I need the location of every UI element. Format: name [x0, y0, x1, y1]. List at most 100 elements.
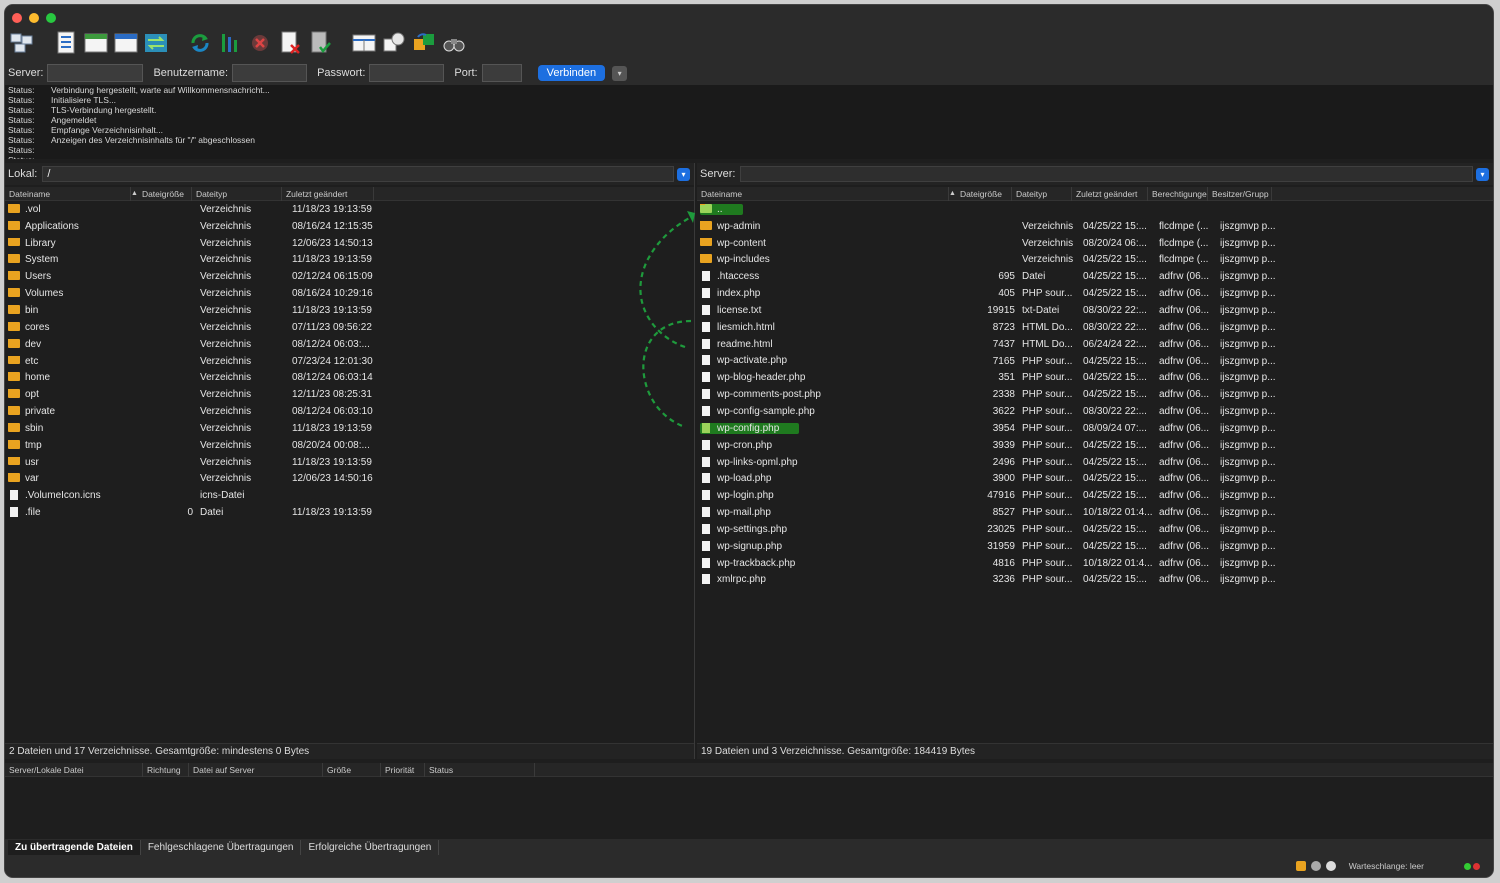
table-row[interactable]: wp-config-sample.php 3622 PHP sour... 08/30…	[697, 403, 1493, 420]
remote-path-input[interactable]	[740, 166, 1473, 182]
table-row[interactable]: wp-load.php 3900 PHP sour... 04/25/22 15:..…	[697, 471, 1493, 488]
column-header-4[interactable]: Berechtigunge	[1148, 186, 1208, 201]
site-manager-button[interactable]	[9, 30, 35, 56]
process-queue-button[interactable]	[217, 30, 243, 56]
column-header-5[interactable]: Status	[425, 762, 535, 777]
toggle-sync-browsing-button[interactable]	[381, 30, 407, 56]
table-row[interactable]: liesmich.html 8723 HTML Do... 08/30/22 22:.…	[697, 319, 1493, 336]
column-header-0[interactable]: Dateiname	[5, 186, 131, 201]
cell-modified: 08/30/22 22:...	[1083, 406, 1147, 418]
table-row[interactable]: ..	[697, 201, 1493, 218]
minimize-window-button[interactable]	[29, 13, 39, 23]
table-row[interactable]: cores Verzeichnis 07/11/23 09:56:22	[5, 319, 694, 336]
column-header-2[interactable]: Dateityp	[1012, 186, 1072, 201]
search-remote-files-button[interactable]	[441, 30, 467, 56]
local-path-dropdown-icon[interactable]: ▾	[677, 167, 690, 181]
queue-tab-0[interactable]: Zu übertragende Dateien	[8, 840, 141, 856]
reconnect-button[interactable]	[307, 30, 333, 56]
cell-name: wp-mail.php	[697, 507, 963, 518]
table-row[interactable]: sbin Verzeichnis 11/18/23 19:13:59	[5, 420, 694, 437]
table-row[interactable]: usr Verzeichnis 11/18/23 19:13:59	[5, 454, 694, 471]
queue-tab-2[interactable]: Erfolgreiche Übertragungen	[301, 840, 440, 856]
column-header-3[interactable]: Zuletzt geändert	[1072, 186, 1148, 201]
cell-type: PHP sour...	[1022, 523, 1073, 535]
speed-limit-icon[interactable]	[1325, 861, 1336, 871]
column-header-1[interactable]: Dateigröße	[138, 186, 192, 201]
column-header-3[interactable]: Zuletzt geändert	[282, 186, 374, 201]
refresh-button[interactable]	[187, 30, 213, 56]
table-row[interactable]: wp-blog-header.php 351 PHP sour... 04/25/22…	[697, 369, 1493, 386]
toggle-log-button[interactable]	[53, 30, 79, 56]
table-row[interactable]: tmp Verzeichnis 08/20/24 00:08:...	[5, 437, 694, 454]
table-row[interactable]: xmlrpc.php 3236 PHP sour... 04/25/22 15:...…	[697, 572, 1493, 589]
quickconnect-history-button[interactable]: ▾	[612, 65, 628, 81]
password-input[interactable]	[369, 64, 445, 82]
cell-type: Verzeichnis	[200, 406, 252, 418]
table-row[interactable]: .vol Verzeichnis 11/18/23 19:13:59	[5, 201, 694, 218]
connect-button[interactable]: Verbinden	[537, 65, 606, 81]
table-row[interactable]: .htaccess 695 Datei 04/25/22 15:... adfrw (0…	[697, 268, 1493, 285]
column-header-3[interactable]: Größe	[323, 762, 381, 777]
table-row[interactable]: Volumes Verzeichnis 08/16/24 10:29:16	[5, 285, 694, 302]
table-row[interactable]: index.php 405 PHP sour... 04/25/22 15:... ad…	[697, 285, 1493, 302]
log-label: Status:	[8, 125, 35, 135]
remote-path-dropdown-icon[interactable]: ▾	[1476, 167, 1489, 181]
column-header-2[interactable]: Dateityp	[192, 186, 282, 201]
table-row[interactable]: wp-cron.php 3939 PHP sour... 04/25/22 15:..…	[697, 437, 1493, 454]
table-row[interactable]: opt Verzeichnis 12/11/23 08:25:31	[5, 386, 694, 403]
directory-listing-filters-button[interactable]	[351, 30, 377, 56]
local-path-input[interactable]: /	[42, 166, 674, 182]
table-row[interactable]: wp-login.php 47916 PHP sour... 04/25/22 15:…	[697, 487, 1493, 504]
table-row[interactable]: .file 0 Datei 11/18/23 19:13:59	[5, 504, 694, 521]
table-row[interactable]: wp-comments-post.php 2338 PHP sour... 04/25…	[697, 386, 1493, 403]
cancel-operation-button[interactable]	[247, 30, 273, 56]
table-row[interactable]: Applications Verzeichnis 08/16/24 12:15:35	[5, 218, 694, 235]
column-header-1[interactable]: Richtung	[143, 762, 189, 777]
column-header-0[interactable]: Server/Lokale Datei	[5, 762, 143, 777]
column-header-5[interactable]: Besitzer/Grupp	[1208, 186, 1272, 201]
column-header-0[interactable]: Dateiname	[697, 186, 949, 201]
table-row[interactable]: wp-config.php 3954 PHP sour... 08/09/24 07:…	[697, 420, 1493, 437]
table-row[interactable]: wp-admin Verzeichnis 04/25/22 15:... flcdmp…	[697, 218, 1493, 235]
table-row[interactable]: Users Verzeichnis 02/12/24 06:15:09	[5, 268, 694, 285]
toggle-local-tree-button[interactable]	[83, 30, 109, 56]
table-row[interactable]: wp-links-opml.php 2496 PHP sour... 04/25/22…	[697, 454, 1493, 471]
name-wrap: tmp	[8, 439, 42, 451]
table-row[interactable]: license.txt 19915 txt-Datei 08/30/22 22:...…	[697, 302, 1493, 319]
table-row[interactable]: readme.html 7437 HTML Do... 06/24/24 22:...…	[697, 336, 1493, 353]
table-row[interactable]: wp-content Verzeichnis 08/20/24 06:... flcd…	[697, 235, 1493, 252]
server-input[interactable]	[47, 64, 144, 82]
cell-type: Verzeichnis	[200, 355, 252, 367]
table-row[interactable]: private Verzeichnis 08/12/24 06:03:10	[5, 403, 694, 420]
toggle-remote-tree-button[interactable]	[113, 30, 139, 56]
table-row[interactable]: dev Verzeichnis 08/12/24 06:03:...	[5, 336, 694, 353]
disconnect-button[interactable]	[277, 30, 303, 56]
window-controls	[12, 13, 56, 23]
table-row[interactable]: wp-includes Verzeichnis 04/25/22 15:... flc…	[697, 252, 1493, 269]
column-header-1[interactable]: Dateigröße	[956, 186, 1012, 201]
table-row[interactable]: wp-mail.php 8527 PHP sour... 10/18/22 01:4.…	[697, 504, 1493, 521]
column-header-4[interactable]: Priorität	[381, 762, 425, 777]
zoom-window-button[interactable]	[46, 13, 56, 23]
compare-directories-button[interactable]	[411, 30, 437, 56]
toggle-queue-button[interactable]	[143, 30, 169, 56]
table-row[interactable]: wp-activate.php 7165 PHP sour... 04/25/22 1…	[697, 353, 1493, 370]
table-row[interactable]: .VolumeIcon.icns icns-Datei	[5, 487, 694, 504]
table-row[interactable]: home Verzeichnis 08/12/24 06:03:14	[5, 369, 694, 386]
table-row[interactable]: etc Verzeichnis 07/23/24 12:01:30	[5, 353, 694, 370]
file-icon	[702, 422, 710, 433]
table-row[interactable]: var Verzeichnis 12/06/23 14:50:16	[5, 471, 694, 488]
table-row[interactable]: wp-signup.php 31959 PHP sour... 04/25/22 15…	[697, 538, 1493, 555]
name-wrap: .VolumeIcon.icns	[8, 490, 101, 501]
column-header-2[interactable]: Datei auf Server	[189, 762, 323, 777]
close-window-button[interactable]	[12, 13, 22, 23]
table-row[interactable]: wp-trackback.php 4816 PHP sour... 10/18/22 …	[697, 555, 1493, 572]
table-row[interactable]: wp-settings.php 23025 PHP sour... 04/25/22 …	[697, 521, 1493, 538]
table-row[interactable]: bin Verzeichnis 11/18/23 19:13:59	[5, 302, 694, 319]
queue-tab-1[interactable]: Fehlgeschlagene Übertragungen	[141, 840, 302, 856]
sort-ascending-icon: ▲	[131, 190, 138, 197]
table-row[interactable]: Library Verzeichnis 12/06/23 14:50:13	[5, 235, 694, 252]
port-input[interactable]	[481, 64, 522, 82]
username-input[interactable]	[232, 64, 308, 82]
table-row[interactable]: System Verzeichnis 11/18/23 19:13:59	[5, 252, 694, 269]
